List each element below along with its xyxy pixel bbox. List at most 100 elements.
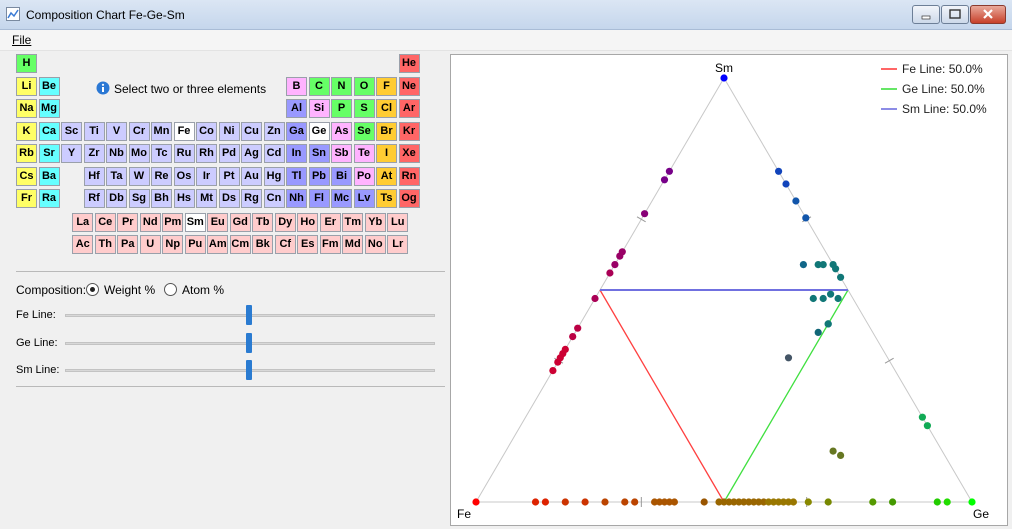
- element-no[interactable]: No: [364, 235, 386, 254]
- element-ga[interactable]: Ga: [286, 121, 307, 141]
- element-th[interactable]: Th: [94, 235, 116, 254]
- minimize-button[interactable]: [912, 5, 940, 24]
- element-lu[interactable]: Lu: [387, 212, 409, 232]
- element-cu[interactable]: Cu: [241, 121, 262, 141]
- element-cr[interactable]: Cr: [128, 121, 150, 141]
- element-c[interactable]: C: [308, 76, 330, 96]
- element-cd[interactable]: Cd: [263, 144, 285, 163]
- element-re[interactable]: Re: [151, 166, 172, 186]
- element-ca[interactable]: Ca: [38, 121, 60, 141]
- element-te[interactable]: Te: [353, 144, 375, 163]
- element-hf[interactable]: Hf: [83, 166, 105, 186]
- element-rf[interactable]: Rf: [83, 189, 105, 208]
- element-xe[interactable]: Xe: [398, 144, 420, 163]
- element-ts[interactable]: Ts: [376, 189, 397, 208]
- element-tm[interactable]: Tm: [342, 212, 364, 232]
- element-og[interactable]: Og: [398, 189, 420, 208]
- element-ti[interactable]: Ti: [83, 121, 105, 141]
- element-au[interactable]: Au: [241, 166, 262, 186]
- atom-percent-label[interactable]: Atom %: [182, 283, 224, 297]
- element-gd[interactable]: Gd: [229, 212, 251, 232]
- element-mo[interactable]: Mo: [128, 144, 150, 163]
- weight-percent-radio[interactable]: [86, 283, 99, 296]
- element-mn[interactable]: Mn: [151, 121, 172, 141]
- element-cs[interactable]: Cs: [16, 166, 37, 186]
- element-pt[interactable]: Pt: [218, 166, 240, 186]
- element-u[interactable]: U: [139, 235, 161, 254]
- element-ds[interactable]: Ds: [218, 189, 240, 208]
- element-sc[interactable]: Sc: [61, 121, 82, 141]
- element-he[interactable]: He: [398, 54, 420, 73]
- element-ne[interactable]: Ne: [398, 76, 420, 96]
- element-fr[interactable]: Fr: [16, 189, 37, 208]
- element-ag[interactable]: Ag: [241, 144, 262, 163]
- element-am[interactable]: Am: [207, 235, 229, 254]
- element-n[interactable]: N: [331, 76, 352, 96]
- element-po[interactable]: Po: [353, 166, 375, 186]
- element-fm[interactable]: Fm: [319, 235, 341, 254]
- element-na[interactable]: Na: [16, 99, 37, 118]
- element-zn[interactable]: Zn: [263, 121, 285, 141]
- element-fl[interactable]: Fl: [308, 189, 330, 208]
- element-p[interactable]: P: [331, 99, 352, 118]
- element-ce[interactable]: Ce: [94, 212, 116, 232]
- element-at[interactable]: At: [376, 166, 397, 186]
- element-ge[interactable]: Ge: [308, 121, 330, 141]
- element-mc[interactable]: Mc: [331, 189, 352, 208]
- element-y[interactable]: Y: [61, 144, 82, 163]
- element-er[interactable]: Er: [319, 212, 341, 232]
- element-cl[interactable]: Cl: [376, 99, 397, 118]
- element-ni[interactable]: Ni: [218, 121, 240, 141]
- element-ho[interactable]: Ho: [297, 212, 319, 232]
- element-be[interactable]: Be: [38, 76, 60, 96]
- menu-file[interactable]: File: [12, 33, 31, 47]
- close-button[interactable]: [970, 5, 1006, 24]
- element-hg[interactable]: Hg: [263, 166, 285, 186]
- element-pa[interactable]: Pa: [117, 235, 139, 254]
- element-pd[interactable]: Pd: [218, 144, 240, 163]
- element-k[interactable]: K: [16, 121, 37, 141]
- element-cn[interactable]: Cn: [263, 189, 285, 208]
- element-tl[interactable]: Tl: [286, 166, 307, 186]
- element-db[interactable]: Db: [106, 189, 127, 208]
- element-nh[interactable]: Nh: [286, 189, 307, 208]
- fe-line-slider-thumb[interactable]: [246, 305, 252, 325]
- element-tb[interactable]: Tb: [252, 212, 274, 232]
- element-tc[interactable]: Tc: [151, 144, 172, 163]
- element-yb[interactable]: Yb: [364, 212, 386, 232]
- element-se[interactable]: Se: [353, 121, 375, 141]
- element-pb[interactable]: Pb: [308, 166, 330, 186]
- element-ac[interactable]: Ac: [72, 235, 94, 254]
- element-dy[interactable]: Dy: [274, 212, 296, 232]
- element-sg[interactable]: Sg: [128, 189, 150, 208]
- element-ru[interactable]: Ru: [173, 144, 195, 163]
- element-rg[interactable]: Rg: [241, 189, 262, 208]
- element-ra[interactable]: Ra: [38, 189, 60, 208]
- element-i[interactable]: I: [376, 144, 397, 163]
- element-ta[interactable]: Ta: [106, 166, 127, 186]
- element-ba[interactable]: Ba: [38, 166, 60, 186]
- element-ir[interactable]: Ir: [196, 166, 217, 186]
- element-b[interactable]: B: [286, 76, 307, 96]
- maximize-button[interactable]: [941, 5, 969, 24]
- element-s[interactable]: S: [353, 99, 375, 118]
- element-nb[interactable]: Nb: [106, 144, 127, 163]
- element-eu[interactable]: Eu: [207, 212, 229, 232]
- element-si[interactable]: Si: [308, 99, 330, 118]
- element-pm[interactable]: Pm: [162, 212, 184, 232]
- sm-line-slider-thumb[interactable]: [246, 360, 252, 380]
- element-v[interactable]: V: [106, 121, 127, 141]
- element-mt[interactable]: Mt: [196, 189, 217, 208]
- element-es[interactable]: Es: [297, 235, 319, 254]
- element-sr[interactable]: Sr: [38, 144, 60, 163]
- element-kr[interactable]: Kr: [398, 121, 420, 141]
- element-rh[interactable]: Rh: [196, 144, 217, 163]
- element-f[interactable]: F: [376, 76, 397, 96]
- element-as[interactable]: As: [331, 121, 352, 141]
- element-pu[interactable]: Pu: [184, 235, 206, 254]
- element-li[interactable]: Li: [16, 76, 37, 96]
- element-sb[interactable]: Sb: [331, 144, 352, 163]
- element-co[interactable]: Co: [196, 121, 217, 141]
- element-bi[interactable]: Bi: [331, 166, 352, 186]
- element-in[interactable]: In: [286, 144, 307, 163]
